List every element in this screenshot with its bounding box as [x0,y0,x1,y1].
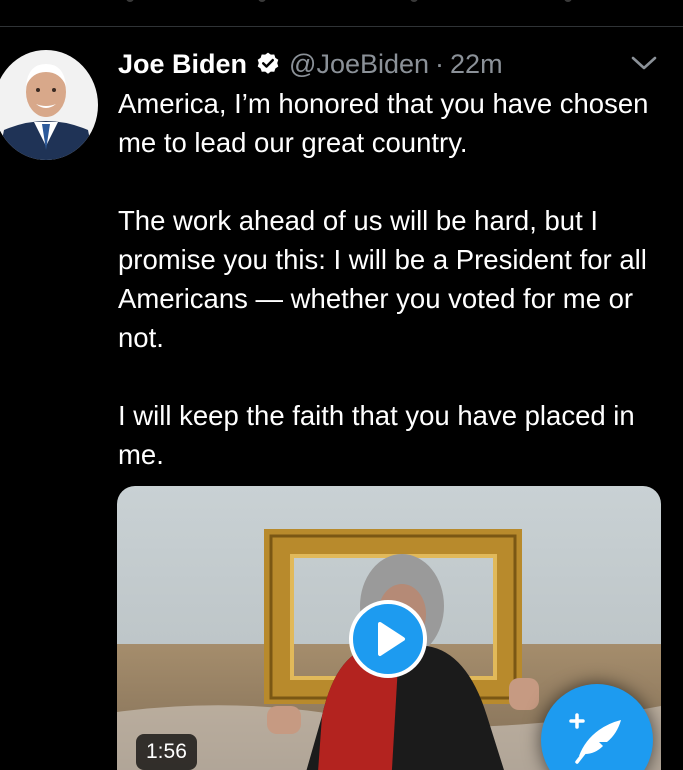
tweet-paragraph: I will keep the faith that you have plac… [118,400,635,470]
author-handle[interactable]: @JoeBiden [289,49,429,80]
tweet-divider [0,26,683,27]
tweet-paragraph: The work ahead of us will be hard, but I… [118,205,647,353]
compose-feather-icon [569,713,621,764]
play-icon [378,622,405,656]
verified-badge-icon [257,52,279,74]
tweet-header: Joe Biden @JoeBiden · 22m [118,46,503,82]
tweet-paragraph: America, I’m honored that you have chose… [118,88,649,158]
video-duration-badge: 1:56 [136,734,197,770]
play-button[interactable] [349,600,427,678]
timeline: Joe Biden @JoeBiden · 22m America, I’m h… [0,0,683,770]
author-name[interactable]: Joe Biden [118,49,247,80]
previous-tweet-fragment [0,0,683,26]
chevron-down-icon[interactable] [628,52,660,74]
meta-separator: · [435,48,445,79]
avatar-image [0,50,98,160]
avatar[interactable] [0,50,98,160]
tweet-timestamp[interactable]: 22m [450,49,503,80]
compose-tweet-button[interactable] [541,684,653,770]
tweet-text: America, I’m honored that you have chose… [118,84,673,474]
